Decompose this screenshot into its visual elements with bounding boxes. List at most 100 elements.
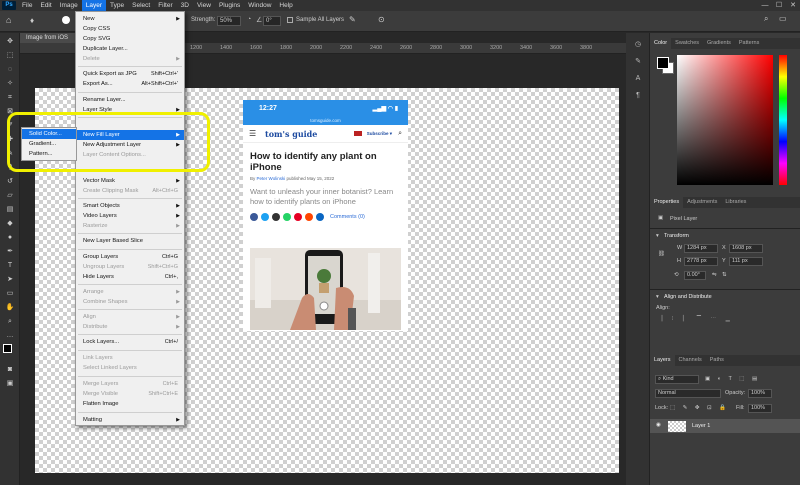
menu-edit[interactable]: Edit [36,0,55,11]
menu-item-select-linked-layers[interactable]: Select Linked Layers [76,363,184,373]
crop-tool-icon[interactable]: ⌗ [3,92,17,103]
menu-item-rename-layer[interactable]: Rename Layer... [76,95,184,105]
history-icon[interactable]: ◷ [631,39,645,50]
menu-item-new[interactable]: New ▶ [76,14,184,24]
brush-settings-icon[interactable]: ✎ [631,56,645,67]
menu-type[interactable]: Type [106,0,128,11]
menu-filter[interactable]: Filter [154,0,176,11]
chevron-down-icon[interactable]: ▾ [656,233,659,239]
strength-field[interactable]: 50% [217,16,241,26]
rectangle-tool-icon[interactable]: ▭ [3,288,17,299]
x-field[interactable]: 1608 px [729,244,763,253]
y-field[interactable]: 111 px [729,257,763,266]
menu-item-align[interactable]: Align ▶ [76,312,184,322]
layer-name[interactable]: Layer 1 [692,423,710,429]
tab-adjustments[interactable]: Adjustments [683,197,721,208]
color-picker-field[interactable] [677,55,773,185]
menu-item-vector-mask[interactable]: Vector Mask ▶ [76,176,184,186]
menu-item-copy-svg[interactable]: Copy SVG [76,34,184,44]
lock-icons[interactable]: ⬚ ✎ ✥ ⊡ 🔒 [670,405,729,411]
menu-item-hide-layers[interactable]: Hide Layers Ctrl+, [76,272,184,282]
align-buttons[interactable]: ▕ ⁝ ▏ ▔ ⋯ ▁ [658,316,734,322]
height-field[interactable]: 2778 px [684,257,718,266]
screen-mode-icon[interactable]: ▣ [3,378,17,389]
menu-layer[interactable]: Layer [81,0,107,11]
menu-item-create-clipping-mask[interactable]: Create Clipping Mask Alt+Ctrl+G [76,186,184,196]
link-icon[interactable]: ⛓ [658,251,665,257]
workspace-icon[interactable]: ▭ [779,14,787,23]
menu-item-lock-layers[interactable]: Lock Layers... Ctrl+/ [76,337,184,347]
quick-mask-icon[interactable]: ◙ [3,364,17,375]
menu-item-arrange[interactable]: Arrange ▶ [76,287,184,297]
menu-item-video-layers[interactable]: Video Layers ▶ [76,211,184,221]
menu-3d[interactable]: 3D [177,0,193,11]
flip-vertical-icon[interactable]: ⇅ [722,272,727,278]
menu-item-export-as[interactable]: Export As... Alt+Shift+Ctrl+' [76,79,184,89]
pressure-icon[interactable]: ◔ [247,16,251,23]
marquee-tool-icon[interactable]: ⬚ [3,50,17,61]
menu-view[interactable]: View [193,0,215,11]
fill-field[interactable]: 100% [748,404,772,413]
eye-icon[interactable]: ◉ [656,422,661,428]
flip-horizontal-icon[interactable]: ⇋ [712,272,717,278]
menu-item-smart-objects[interactable]: Smart Objects ▶ [76,201,184,211]
character-icon[interactable]: A [631,73,645,84]
tab-color[interactable]: Color [650,38,672,49]
finger-painting-icon[interactable]: ✎ [349,15,356,24]
foreground-color[interactable] [3,344,12,353]
width-field[interactable]: 1284 px [684,244,718,253]
menu-item-matting[interactable]: Matting ▶ [76,415,184,425]
smudge-tool-icon[interactable]: ♦ [30,16,34,25]
menu-item-link-layers[interactable]: Link Layers [76,353,184,363]
menu-select[interactable]: Select [128,0,154,11]
menu-item-quick-export[interactable]: Quick Export as JPG Shift+Ctrl+' [76,69,184,79]
tab-layers[interactable]: Layers [650,355,675,366]
history-brush-icon[interactable]: ↺ [3,176,17,187]
tab-libraries[interactable]: Libraries [721,197,750,208]
dodge-tool-icon[interactable]: ● [3,232,17,243]
menu-item-rasterize[interactable]: Rasterize ▶ [76,221,184,231]
smudge-tool-icon[interactable]: ◆ [3,218,17,229]
tab-patterns[interactable]: Patterns [735,38,763,49]
hand-tool-icon[interactable]: ✋ [3,302,17,313]
color-swatches[interactable] [0,341,19,361]
layer-filter-select[interactable]: ⌕ Kind [655,375,699,384]
menu-item-merge-layers[interactable]: Merge Layers Ctrl+E [76,379,184,389]
gradient-tool-icon[interactable]: ▤ [3,204,17,215]
paragraph-icon[interactable]: ¶ [631,90,645,101]
angle-field[interactable]: 0.00° [684,271,706,280]
search-icon[interactable]: ⌕ [764,14,768,24]
menu-item-ungroup-layers[interactable]: Ungroup Layers Shift+Ctrl+G [76,262,184,272]
tab-properties[interactable]: Properties [650,197,684,208]
menu-item-group-layers[interactable]: Group Layers Ctrl+G [76,252,184,262]
move-tool-icon[interactable]: ✥ [3,36,17,47]
hue-slider[interactable] [779,55,787,185]
menu-item-distribute[interactable]: Distribute ▶ [76,322,184,332]
menu-window[interactable]: Window [244,0,275,11]
menu-item-copy-css[interactable]: Copy CSS [76,24,184,34]
tab-gradients[interactable]: Gradients [703,38,735,49]
menu-item-merge-visible[interactable]: Merge Visible Shift+Ctrl+E [76,389,184,399]
pen-tool-icon[interactable]: ✒ [3,246,17,257]
menu-item-flatten-image[interactable]: Flatten Image [76,399,184,409]
foreground-swatch[interactable] [657,57,669,69]
filter-icons[interactable]: ▣ ◐ T ⬚ ▤ [705,376,760,382]
menu-file[interactable]: File [18,0,36,11]
home-icon[interactable]: ⌂ [6,15,11,25]
brush-preset-icon[interactable] [62,16,70,24]
maximize-button[interactable]: ☐ [772,0,786,11]
path-select-tool-icon[interactable]: ➤ [3,274,17,285]
tab-swatches[interactable]: Swatches [671,38,703,49]
menu-help[interactable]: Help [275,0,296,11]
menu-item-new-layer-based-slice[interactable]: New Layer Based Slice [76,236,184,246]
opacity-field[interactable]: 100% [748,389,772,398]
chevron-down-icon[interactable]: ▾ [656,294,659,300]
menu-item-delete[interactable]: Delete ▶ [76,54,184,64]
menu-item-duplicate-layer[interactable]: Duplicate Layer... [76,44,184,54]
quick-select-tool-icon[interactable]: ✧ [3,78,17,89]
tab-paths[interactable]: Paths [706,355,728,366]
close-button[interactable]: ✕ [786,0,800,11]
menu-image[interactable]: Image [56,0,82,11]
menu-item-combine-shapes[interactable]: Combine Shapes ▶ [76,297,184,307]
more-tools-icon[interactable]: … [3,330,17,341]
